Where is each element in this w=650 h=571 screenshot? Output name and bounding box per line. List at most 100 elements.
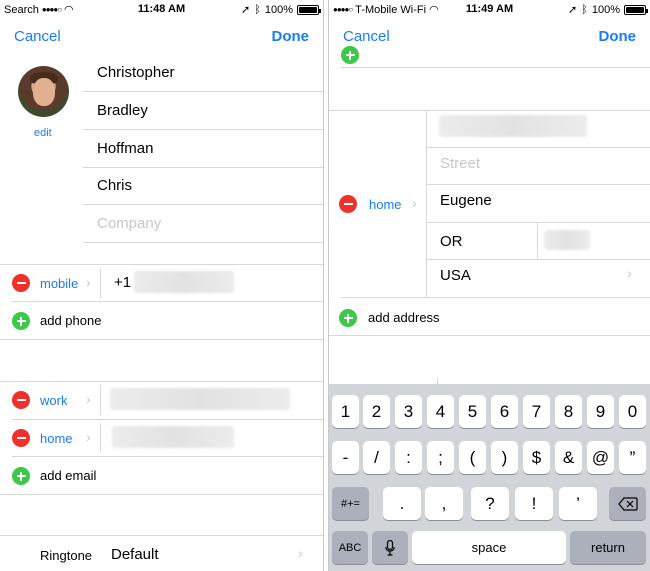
key-9[interactable]: 9	[587, 395, 614, 428]
cancel-button[interactable]: Cancel	[343, 28, 390, 45]
key-dollar[interactable]: $	[523, 441, 550, 474]
email-row-home: home ›	[0, 420, 323, 457]
symbols-key[interactable]: #+=	[332, 487, 369, 520]
key-3[interactable]: 3	[395, 395, 422, 428]
phone-row: mobile › +1	[0, 264, 323, 301]
return-key[interactable]: return	[570, 531, 646, 564]
delete-phone-button[interactable]	[12, 274, 30, 292]
key-5[interactable]: 5	[459, 395, 486, 428]
done-button[interactable]: Done	[272, 28, 310, 45]
middle-name-field[interactable]: Bradley	[83, 92, 323, 130]
key-6[interactable]: 6	[491, 395, 518, 428]
contact-edit-screen-right: ●●●●○ T-Mobile Wi-Fi ◠ 11:49 AM ➚ ᛒ 100%…	[329, 0, 650, 571]
delete-email-button[interactable]	[12, 391, 30, 409]
email-label[interactable]: home	[40, 431, 73, 446]
delete-key[interactable]	[609, 487, 646, 520]
backspace-icon	[617, 496, 638, 511]
battery-percent: 100%	[591, 3, 620, 16]
row-divider	[427, 259, 650, 260]
chevron-right-icon: ›	[86, 391, 91, 407]
key-at[interactable]: @	[587, 441, 614, 474]
microphone-icon	[385, 539, 395, 556]
address-label[interactable]: home	[369, 197, 402, 212]
add-address-label[interactable]: add address	[368, 310, 440, 325]
dictation-key[interactable]	[372, 531, 408, 564]
chevron-right-icon: ›	[86, 274, 91, 290]
key-1[interactable]: 1	[332, 395, 359, 428]
chevron-right-icon: ›	[412, 195, 417, 211]
country-field[interactable]: USA	[440, 267, 471, 284]
email-row-work: work ›	[0, 382, 323, 419]
add-address-icon[interactable]	[339, 309, 357, 327]
add-phone-label[interactable]: add phone	[40, 313, 101, 328]
row-divider	[341, 67, 650, 68]
bluetooth-icon: ᛒ	[581, 3, 588, 16]
key-semicolon[interactable]: ;	[427, 441, 454, 474]
section-divider	[0, 494, 323, 495]
add-address-row[interactable]: add address	[329, 298, 650, 335]
nickname-field[interactable]: Chris	[83, 167, 323, 205]
street-field[interactable]: Street	[440, 155, 480, 172]
company-field[interactable]: Company	[83, 205, 323, 243]
battery-icon	[624, 4, 648, 15]
delete-email-button[interactable]	[12, 429, 30, 447]
key-exclamation[interactable]: !	[515, 487, 553, 520]
avatar-face	[33, 78, 55, 106]
row-divider	[427, 222, 650, 223]
field-separator	[100, 385, 101, 415]
bluetooth-icon: ᛒ	[254, 3, 261, 16]
add-email-icon[interactable]	[12, 467, 30, 485]
battery-percent: 100%	[264, 3, 293, 16]
delete-address-button[interactable]	[339, 195, 357, 213]
contact-photo[interactable]	[18, 66, 69, 117]
key-7[interactable]: 7	[523, 395, 550, 428]
section-divider	[329, 335, 650, 336]
key-4[interactable]: 4	[427, 395, 454, 428]
key-slash[interactable]: /	[363, 441, 390, 474]
key-quote[interactable]: ”	[619, 441, 646, 474]
abc-key[interactable]: ABC	[332, 531, 368, 564]
chevron-right-icon: ›	[86, 429, 91, 445]
section-divider	[329, 110, 650, 111]
key-comma[interactable]: ,	[425, 487, 463, 520]
redacted-email-field[interactable]	[110, 388, 290, 410]
row-divider	[427, 184, 650, 185]
edit-photo-link[interactable]: edit	[34, 127, 52, 139]
key-colon[interactable]: :	[395, 441, 422, 474]
redacted-phone-number	[134, 271, 234, 293]
row-divider	[427, 147, 650, 148]
state-field[interactable]: OR	[440, 233, 463, 250]
ringtone-row[interactable]: Ringtone Default ›	[0, 536, 323, 571]
add-phone-icon[interactable]	[12, 312, 30, 330]
redacted-zip-field[interactable]	[544, 230, 590, 250]
add-phone-row[interactable]: add phone	[0, 302, 323, 339]
numeric-keyboard: 1 2 3 4 5 6 7 8 9 0 - / : ; ( ) $ & @ ” …	[329, 384, 650, 571]
city-field[interactable]: Eugene	[440, 192, 492, 209]
key-2[interactable]: 2	[363, 395, 390, 428]
done-button[interactable]: Done	[599, 28, 637, 45]
key-8[interactable]: 8	[555, 395, 582, 428]
phone-label[interactable]: mobile	[40, 276, 78, 291]
email-label[interactable]: work	[40, 393, 67, 408]
add-field-icon[interactable]	[341, 46, 359, 64]
space-key[interactable]: space	[412, 531, 566, 564]
phone-number-field[interactable]: +1	[114, 274, 131, 291]
key-hyphen[interactable]: -	[332, 441, 359, 474]
redacted-street-field[interactable]	[439, 115, 587, 137]
key-period[interactable]: .	[383, 487, 421, 520]
cancel-button[interactable]: Cancel	[14, 28, 61, 45]
section-divider	[0, 339, 323, 340]
key-close-paren[interactable]: )	[491, 441, 518, 474]
key-question[interactable]: ?	[471, 487, 509, 520]
last-name-field[interactable]: Hoffman	[83, 130, 323, 168]
add-email-row[interactable]: add email	[0, 457, 323, 494]
first-name-field[interactable]: Christopher	[83, 54, 323, 92]
key-apostrophe[interactable]: ’	[559, 487, 597, 520]
key-open-paren[interactable]: (	[459, 441, 486, 474]
key-0[interactable]: 0	[619, 395, 646, 428]
add-email-label[interactable]: add email	[40, 468, 96, 483]
chevron-right-icon: ›	[298, 545, 303, 561]
nav-bar: Cancel Done	[0, 20, 323, 54]
key-ampersand[interactable]: &	[555, 441, 582, 474]
redacted-email-field[interactable]	[112, 426, 234, 448]
